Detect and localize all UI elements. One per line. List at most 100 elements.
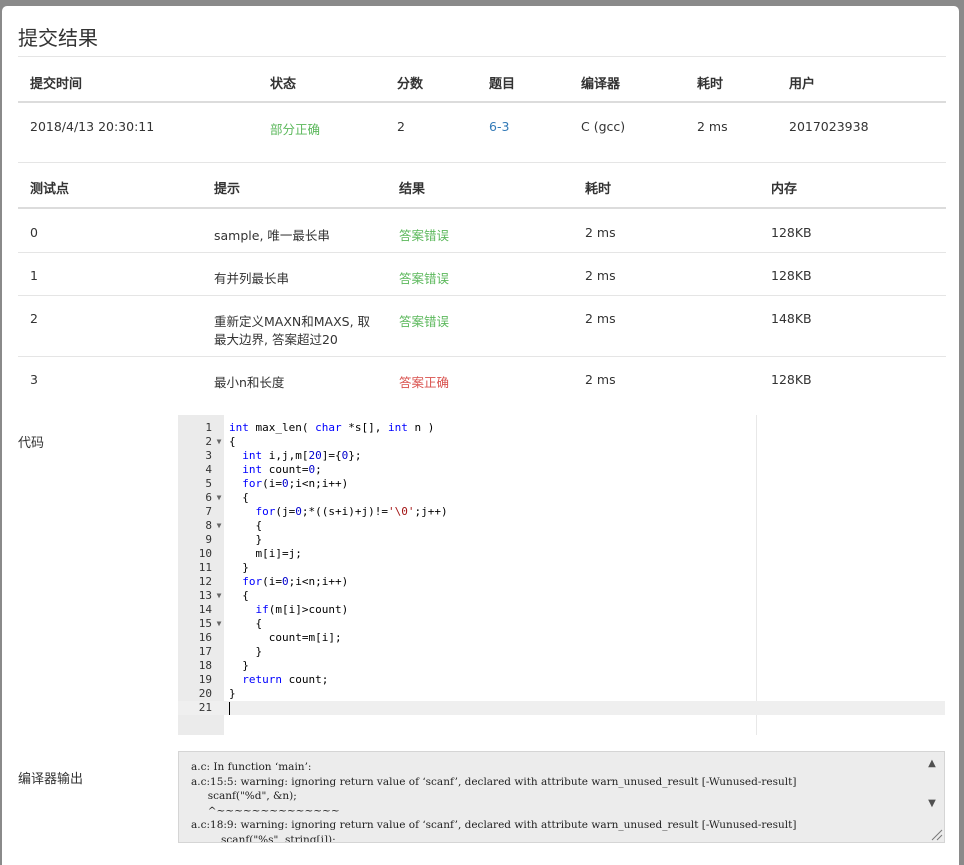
code-text: } — [229, 533, 263, 546]
submission-result-modal: 提交结果 提交时间 状态 分数 题目 编译器 耗时 用户 2018/4/13 2… — [2, 6, 959, 865]
code-line[interactable]: 14 if(m[i]>count) — [178, 603, 945, 617]
col-header-user: 用户 — [789, 77, 816, 92]
line-number: 3 — [205, 449, 212, 462]
tests-header-divider — [18, 207, 946, 209]
code-line[interactable]: 21 — [178, 701, 945, 715]
code-text: } — [229, 659, 249, 672]
col-header-time: 提交时间 — [30, 77, 83, 92]
col-header-compiler: 编译器 — [581, 77, 621, 92]
col-header-memory: 内存 — [771, 182, 798, 197]
test-time: 2 ms — [585, 225, 616, 240]
line-number: 21 — [198, 701, 212, 714]
score-value: 2 — [397, 119, 405, 134]
col-header-score: 分数 — [397, 77, 424, 92]
compiler-value: C (gcc) — [581, 119, 626, 134]
user-value: 2017023938 — [789, 119, 869, 134]
test-time: 2 ms — [585, 311, 616, 326]
code-line[interactable]: 2 ▼ { — [178, 435, 945, 449]
line-number: 13 — [198, 589, 212, 602]
line-number: 11 — [198, 561, 212, 574]
code-text: { — [229, 435, 236, 448]
code-line[interactable]: 1 int max_len( char *s[], int n ) — [178, 421, 945, 435]
elapsed-value: 2 ms — [697, 119, 728, 134]
line-number: 9 — [205, 533, 212, 546]
test-id: 2 — [30, 311, 38, 326]
scroll-down-arrow-icon[interactable]: ▼ — [926, 798, 938, 809]
col-header-hint: 提示 — [214, 182, 241, 197]
code-text: } — [229, 645, 263, 658]
code-text: { — [229, 589, 249, 602]
test-time: 2 ms — [585, 268, 616, 283]
row-divider — [18, 252, 946, 253]
code-line[interactable]: 8 ▼ { — [178, 519, 945, 533]
test-id: 0 — [30, 225, 38, 240]
resize-grip-icon[interactable] — [929, 827, 943, 841]
code-line[interactable]: 12 for(i=0;i<n;i++) — [178, 575, 945, 589]
code-line[interactable]: 18 } — [178, 659, 945, 673]
code-text: { — [229, 519, 263, 532]
line-number: 2 — [205, 435, 212, 448]
line-number: 5 — [205, 477, 212, 490]
summary-header-divider — [18, 101, 946, 103]
row-divider — [18, 356, 946, 357]
test-time: 2 ms — [585, 372, 616, 387]
code-line[interactable]: 7 for(j=0;*((s+i)+j)!='\0';j++) — [178, 505, 945, 519]
code-line[interactable]: 19 return count; — [178, 673, 945, 687]
compiler-output-text: a.c: In function ‘main’: a.c:15:5: warni… — [191, 761, 797, 843]
code-text: m[i]=j; — [229, 547, 302, 560]
code-label: 代码 — [18, 436, 45, 451]
code-text: { — [229, 491, 249, 504]
compiler-output-label: 编译器输出 — [18, 772, 84, 787]
line-number: 16 — [198, 631, 212, 644]
row-divider — [18, 295, 946, 296]
code-line[interactable]: 6 ▼ { — [178, 491, 945, 505]
line-number: 12 — [198, 575, 212, 588]
fold-toggle-icon[interactable]: ▼ — [214, 519, 224, 533]
test-result: 答案错误 — [399, 271, 450, 286]
scroll-up-arrow-icon[interactable]: ▲ — [926, 758, 938, 769]
code-text: for(j=0;*((s+i)+j)!='\0';j++) — [255, 505, 448, 518]
test-result: 答案错误 — [399, 314, 450, 329]
code-line[interactable]: 9 } — [178, 533, 945, 547]
text-cursor — [229, 702, 230, 715]
col-header-test-time: 耗时 — [585, 182, 612, 197]
test-hint: 重新定义MAXN和MAXS, 取 — [214, 314, 371, 329]
fold-toggle-icon[interactable]: ▼ — [214, 435, 224, 449]
status-badge: 部分正确 — [270, 122, 321, 137]
code-text: int count=0; — [242, 463, 322, 476]
test-result: 答案错误 — [399, 228, 450, 243]
code-editor[interactable]: 1 int max_len( char *s[], int n ) 2 ▼{3 int… — [178, 415, 945, 735]
test-result: 答案正确 — [399, 375, 450, 390]
test-memory: 128KB — [771, 268, 812, 283]
line-number: 14 — [198, 603, 212, 616]
code-text: for(i=0;i<n;i++) — [242, 477, 349, 490]
code-line[interactable]: 10 m[i]=j; — [178, 547, 945, 561]
fold-toggle-icon[interactable]: ▼ — [214, 617, 224, 631]
code-line[interactable]: 4 int count=0; — [178, 463, 945, 477]
modal-title: 提交结果 — [18, 26, 98, 50]
code-line[interactable]: 13 ▼ { — [178, 589, 945, 603]
compiler-output-textarea[interactable]: a.c: In function ‘main’: a.c:15:5: warni… — [178, 751, 945, 843]
test-hint: 有并列最长串 — [214, 271, 290, 286]
line-number: 19 — [198, 673, 212, 686]
code-line[interactable]: 15 ▼ { — [178, 617, 945, 631]
code-line[interactable]: 3 int i,j,m[20]={0}; — [178, 449, 945, 463]
code-line[interactable]: 16 count=m[i]; — [178, 631, 945, 645]
code-text: count=m[i]; — [229, 631, 342, 644]
line-number: 1 — [205, 421, 212, 434]
code-text: { — [229, 617, 263, 630]
code-text: } — [229, 561, 249, 574]
line-number: 6 — [205, 491, 212, 504]
problem-link[interactable]: 6-3 — [489, 119, 509, 134]
fold-toggle-icon[interactable]: ▼ — [214, 589, 224, 603]
code-line[interactable]: 20} — [178, 687, 945, 701]
test-memory: 128KB — [771, 225, 812, 240]
code-line[interactable]: 17 } — [178, 645, 945, 659]
test-hint: 最小n和长度 — [214, 375, 285, 390]
code-line[interactable]: 5 for(i=0;i<n;i++) — [178, 477, 945, 491]
code-line[interactable]: 11 } — [178, 561, 945, 575]
summary-bottom-divider — [18, 162, 946, 163]
code-text: for(i=0;i<n;i++) — [242, 575, 349, 588]
fold-toggle-icon[interactable]: ▼ — [214, 491, 224, 505]
line-number: 7 — [205, 505, 212, 518]
